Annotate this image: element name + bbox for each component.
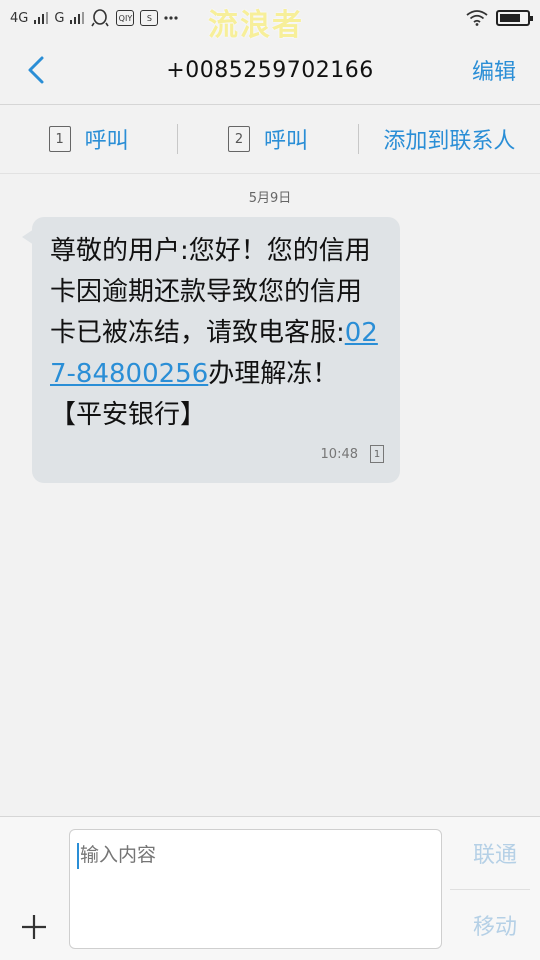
text-caret [77, 843, 79, 869]
back-arrow-icon[interactable] [22, 52, 52, 88]
message-time: 10:48 [320, 446, 358, 462]
contact-number-title: +0085259702166 [166, 57, 374, 83]
message-text-before: 尊敬的用户:您好！您的信用卡因逾期还款导致您的信用卡已被冻结，请致电客服: [50, 236, 371, 348]
call-sim2-label: 呼叫 [264, 129, 309, 154]
sim-card-2-icon: 2 [228, 126, 250, 152]
battery-icon [496, 10, 533, 26]
wifi-icon [466, 10, 488, 26]
message-date: 5月9日 [248, 191, 292, 206]
call-sim1-label: 呼叫 [84, 129, 129, 154]
send-unicom-button[interactable]: 联通 [450, 837, 540, 869]
status-right [466, 10, 533, 26]
iqiyi-icon: QIY [116, 10, 135, 26]
network-4g-label: 4G [10, 10, 29, 26]
send-separator [450, 889, 530, 890]
sim-card-1-icon: 1 [370, 445, 384, 463]
send-mobile-button[interactable]: 移动 [450, 909, 540, 941]
action-bar: 1 呼叫 2 呼叫 添加到联系人 [0, 105, 540, 173]
sim-card-1-icon: 1 [48, 126, 71, 152]
message-input[interactable] [69, 829, 442, 949]
add-to-contacts-button[interactable]: 添加到联系人 [359, 105, 540, 173]
plus-icon[interactable] [20, 913, 48, 941]
status-bar: 4G G QIY S 流浪者 [0, 0, 540, 43]
edit-button[interactable]: 编辑 [472, 54, 516, 86]
conversation-header: +0085259702166 编辑 [0, 36, 540, 104]
signal-bars-icon [70, 12, 85, 24]
signal-bars-icon [34, 12, 49, 24]
compose-bar: 联通 移动 [0, 816, 540, 960]
app-s-icon: S [140, 10, 159, 26]
message-thread[interactable]: 5月9日 尊敬的用户:您好！您的信用卡因逾期还款导致您的信用卡已被冻结，请致电客… [0, 174, 540, 816]
network-g-label: G [54, 10, 65, 26]
incoming-message-bubble[interactable]: 尊敬的用户:您好！您的信用卡因逾期还款导致您的信用卡已被冻结，请致电客服:027… [22, 217, 400, 483]
qq-icon [91, 9, 110, 27]
call-sim2-button[interactable]: 2 呼叫 [178, 105, 357, 173]
message-text: 尊敬的用户:您好！您的信用卡因逾期还款导致您的信用卡已被冻结，请致电客服:027… [50, 231, 382, 436]
more-dots-icon [164, 16, 179, 20]
call-sim1-button[interactable]: 1 呼叫 [0, 105, 177, 173]
message-meta: 10:48 1 [321, 445, 384, 463]
add-to-contacts-label: 添加到联系人 [383, 129, 516, 154]
status-left: 4G G QIY S [10, 9, 179, 27]
